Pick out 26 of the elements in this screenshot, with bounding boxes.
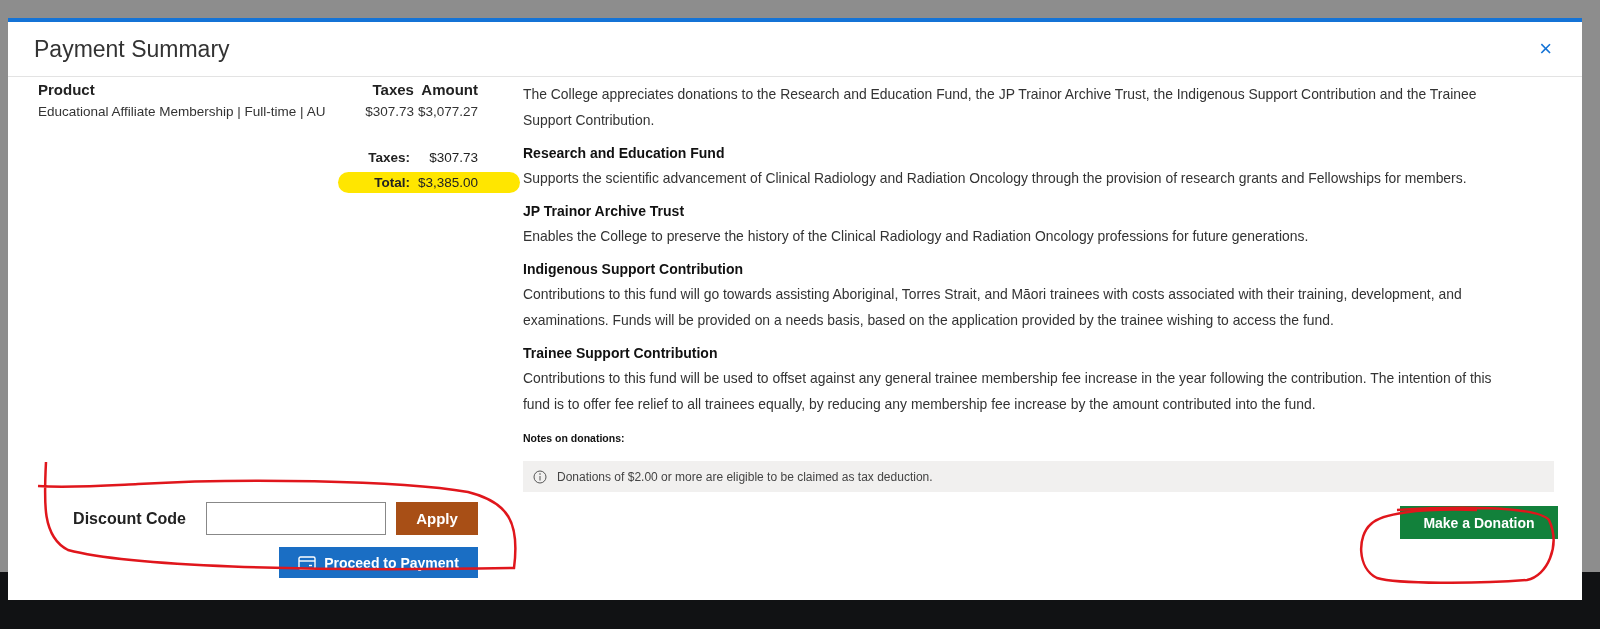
product-cell-text: Educational Affiliate Membership | Full-time | AU — [38, 104, 327, 119]
proceed-button[interactable]: Proceed to Payment — [279, 547, 478, 578]
intro-text: The College appreciates donations to the Research and Education Fund, the JP Trainor Archive Trust, the Indigenous Support Contribution and the Trainee Support Contribution. — [523, 85, 1478, 130]
notes-heading: Notes on donations: — [523, 431, 626, 446]
fund-title: Indigenous Support Contribution — [523, 260, 745, 279]
column-header: Taxes — [371, 81, 414, 98]
fund-description: Enables the College to preserve the history of the Clinical Radiology and Radiation Oncology professions for future generations. — [523, 227, 1310, 246]
dialog-title: Payment Summary — [34, 35, 230, 63]
fund-title: Trainee Support Contribution — [523, 344, 719, 363]
total-value: $3,385.00 — [417, 174, 478, 192]
column-header: Product — [38, 81, 96, 98]
column-header: Amount — [420, 81, 478, 98]
total-label: Taxes: — [368, 149, 410, 167]
total-label: Total: — [373, 174, 410, 192]
fund-description: Contributions to this fund will be used to offset against any general trainee membership fee increase in the year following the contribution. The intention of this fund is to offer fee relief to all trainees equally, by reducing any membership fee increase by the amount contributed into the fund. — [523, 369, 1493, 414]
fund-title: Research and Education Fund — [523, 144, 726, 163]
fund-title: JP Trainor Archive Trust — [523, 202, 686, 221]
amount-cell: $3,077.27 — [417, 104, 478, 119]
info-text: Donations of $2.00 or more are eligible to be claimed as tax deduction. — [557, 468, 933, 486]
discount-label: Discount Code — [73, 509, 186, 528]
fund-description: Supports the scientific advancement of Clinical Radiology and Radiation Oncology through the provision of research grants and Fellowships for members. — [523, 169, 1468, 188]
total-value: $307.73 — [428, 149, 478, 167]
fund-description: Contributions to this fund will go towards assisting Aboriginal, Torres Strait, and Māori trainees with costs associated with their training, development, and examinations. Funds will be provided on a needs basis, based on the application provided by the trainee wishing to access the fund. — [523, 285, 1463, 330]
taxes-cell: $307.73 — [365, 104, 414, 119]
close-button[interactable]: × — [1535, 36, 1556, 62]
apply-button[interactable]: Apply — [396, 502, 478, 535]
